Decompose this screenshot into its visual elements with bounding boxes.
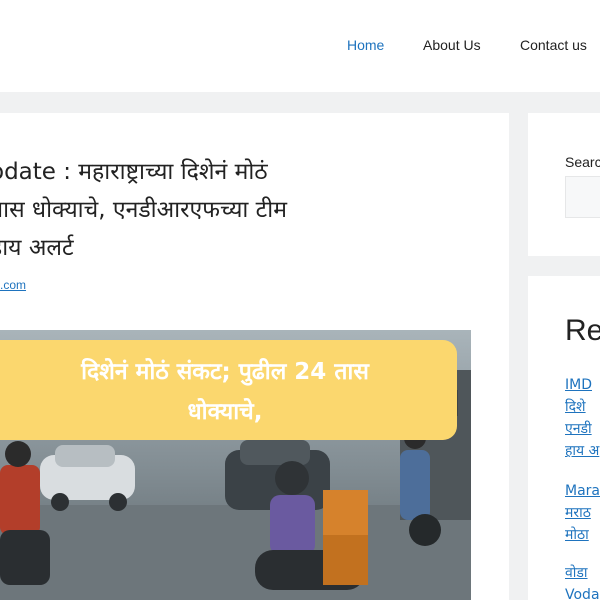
nav-about-us-link[interactable]: About Us [423, 37, 481, 53]
recent-post-link[interactable]: वोडा Voda [565, 562, 600, 600]
sidebar-search-widget: Searc [528, 113, 600, 256]
author-link[interactable]: .com [0, 278, 26, 292]
nav-home-link[interactable]: Home [347, 37, 384, 53]
article-title: odate : महाराष्ट्राच्या दिशेनं मोठं तास … [0, 159, 287, 261]
nav-contact-us-link[interactable]: Contact us [520, 37, 587, 53]
recent-post-link[interactable]: IMD दिशे एनडी हाय अ [565, 374, 600, 462]
recent-posts-heading: Re [565, 314, 600, 347]
article-card: odate : महाराष्ट्राच्या दिशेनं मोठं तास … [0, 113, 509, 600]
featured-image: दिशेनं मोठं संकट; पुढील 24 तास धोक्याचे, [0, 330, 471, 600]
site-header: Home About Us Contact us [0, 0, 600, 92]
search-input[interactable] [565, 176, 600, 218]
recent-post-link[interactable]: Mara मराठ मोठा [565, 480, 600, 546]
image-caption-text: दिशेनं मोठं संकट; पुढील 24 तास धोक्याचे, [81, 359, 369, 425]
sidebar-recent-posts-widget: Re IMD दिशे एनडी हाय अ Mara मराठ मोठा वो… [528, 276, 600, 600]
search-label: Searc [565, 154, 600, 170]
